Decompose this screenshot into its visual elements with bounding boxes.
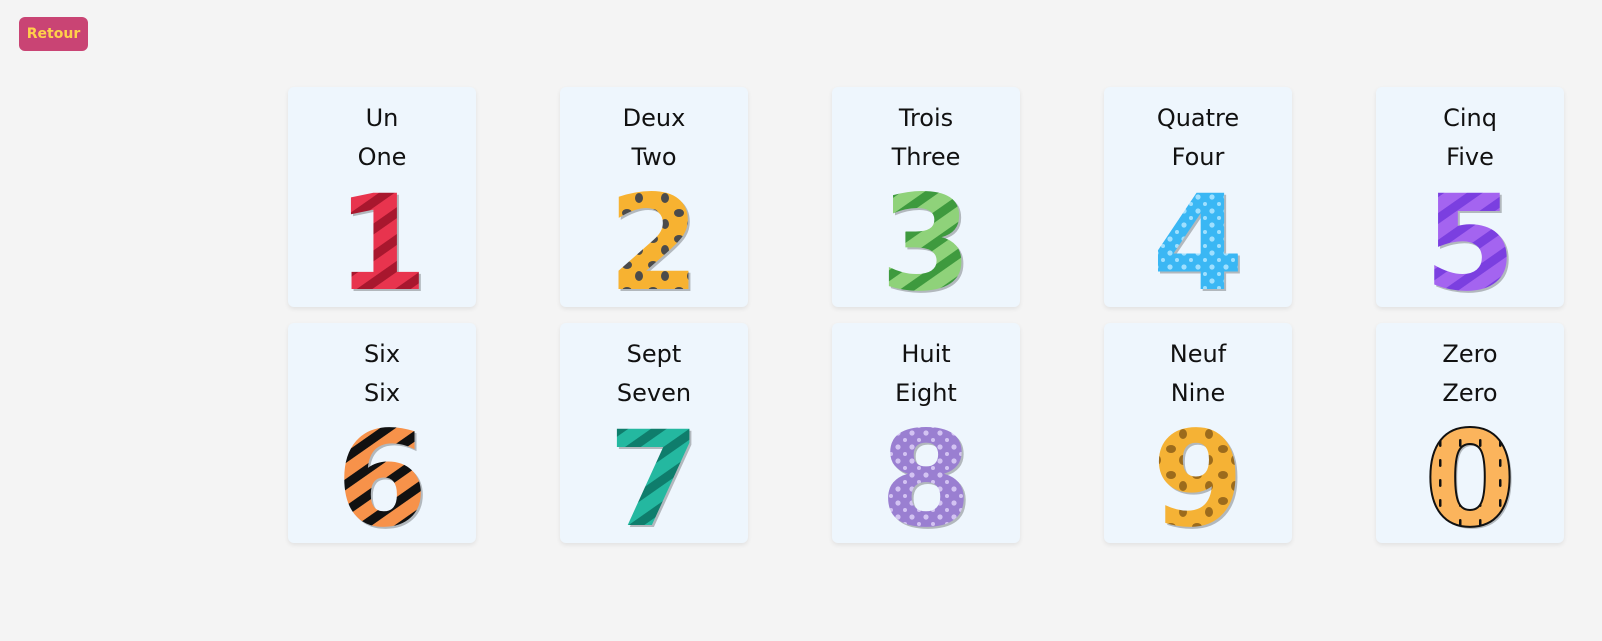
french-word: Sept: [626, 340, 682, 368]
french-word: Six: [363, 340, 401, 368]
svg-text:3: 3: [880, 179, 972, 297]
number-card-4[interactable]: Quatre Four 44: [1104, 87, 1292, 307]
number-four-icon: 44: [1138, 179, 1258, 297]
french-word: Trois: [898, 104, 954, 132]
number-card-5[interactable]: Cinq Five 55: [1376, 87, 1564, 307]
french-word: Huit: [901, 340, 951, 368]
english-word: Nine: [1170, 379, 1226, 407]
number-nine-icon: 99: [1138, 415, 1258, 533]
english-word: Five: [1446, 143, 1494, 171]
french-word: Un: [365, 104, 399, 132]
number-seven-icon: 77: [594, 415, 714, 533]
french-word: Neuf: [1169, 340, 1227, 368]
svg-text:5: 5: [1424, 179, 1516, 297]
svg-text:6: 6: [336, 415, 428, 533]
french-word: Quatre: [1156, 104, 1240, 132]
svg-text:9: 9: [1152, 415, 1244, 533]
english-word: Four: [1171, 143, 1225, 171]
svg-text:7: 7: [608, 415, 700, 533]
number-card-0[interactable]: Zero Zero 00: [1376, 323, 1564, 543]
english-word: Zero: [1442, 379, 1498, 407]
number-card-8[interactable]: Huit Eight 88: [832, 323, 1020, 543]
svg-text:0: 0: [1424, 415, 1516, 533]
english-word: One: [357, 143, 407, 171]
number-card-6[interactable]: Six Six 66: [288, 323, 476, 543]
number-five-icon: 55: [1410, 179, 1530, 297]
number-one-icon: 11: [322, 179, 442, 297]
number-two-icon: 22: [594, 179, 714, 297]
english-word: Seven: [616, 379, 692, 407]
number-card-1[interactable]: Un One 11: [288, 87, 476, 307]
english-word: Six: [363, 379, 401, 407]
french-word: Cinq: [1443, 104, 1497, 132]
number-eight-icon: 88: [866, 415, 986, 533]
svg-text:2: 2: [608, 179, 700, 297]
number-zero-icon: 00: [1410, 415, 1530, 533]
english-word: Eight: [895, 379, 957, 407]
svg-text:8: 8: [880, 415, 972, 533]
number-card-7[interactable]: Sept Seven 77: [560, 323, 748, 543]
number-card-9[interactable]: Neuf Nine 99: [1104, 323, 1292, 543]
english-word: Three: [891, 143, 961, 171]
french-word: Deux: [622, 104, 686, 132]
english-word: Two: [631, 143, 677, 171]
back-button[interactable]: Retour: [19, 17, 88, 51]
number-card-2[interactable]: Deux Two 22: [560, 87, 748, 307]
number-six-icon: 66: [322, 415, 442, 533]
number-card-3[interactable]: Trois Three 33: [832, 87, 1020, 307]
svg-text:4: 4: [1152, 179, 1244, 297]
svg-text:1: 1: [336, 179, 428, 297]
number-card-grid: Un One 11 Deux Two 22 Trois Three 33 Qua…: [288, 87, 1564, 543]
number-three-icon: 33: [866, 179, 986, 297]
french-word: Zero: [1442, 340, 1498, 368]
